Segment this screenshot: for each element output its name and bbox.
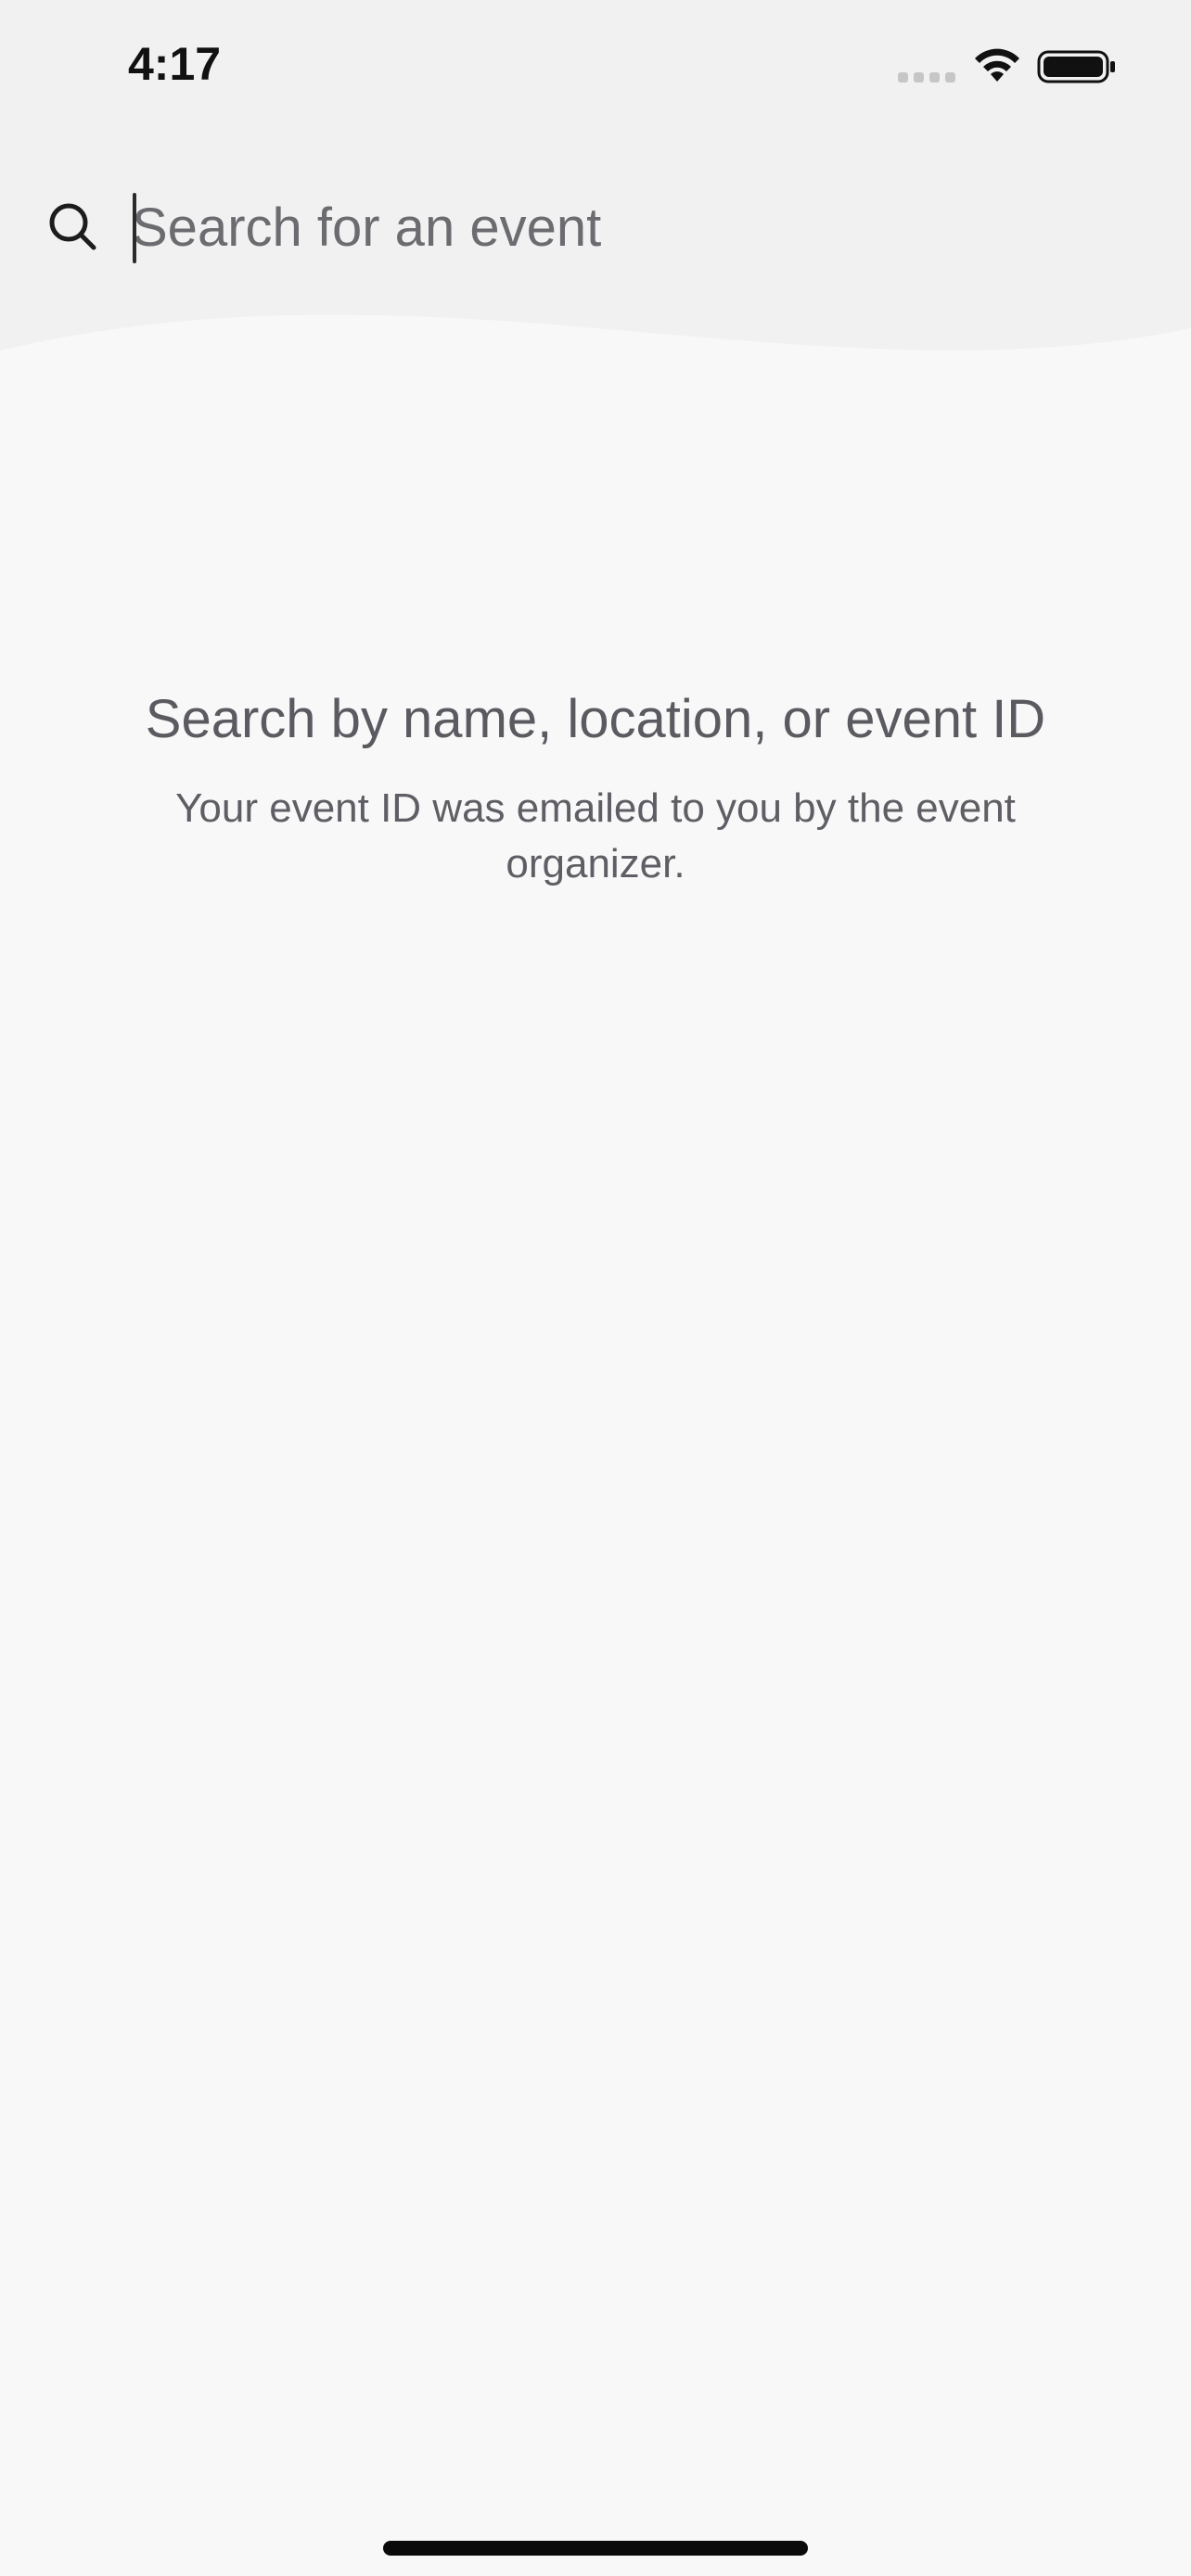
battery-icon bbox=[1037, 50, 1115, 83]
status-time: 4:17 bbox=[128, 38, 222, 90]
home-indicator[interactable] bbox=[383, 2541, 808, 2556]
empty-state-subtitle: Your event ID was emailed to you by the … bbox=[175, 785, 1016, 886]
wifi-icon bbox=[975, 48, 1019, 82]
empty-state-title: Search by name, location, or event ID bbox=[145, 689, 1046, 749]
search-input[interactable] bbox=[132, 189, 1143, 265]
header-wave-divider bbox=[0, 314, 1191, 389]
search-bar bbox=[0, 176, 1191, 278]
text-cursor bbox=[133, 193, 136, 263]
search-icon bbox=[49, 203, 96, 250]
cellular-signal-icon bbox=[898, 72, 957, 83]
empty-state: Search by name, location, or event ID Yo… bbox=[132, 684, 1059, 892]
status-bar: 4:17 bbox=[0, 0, 1191, 139]
